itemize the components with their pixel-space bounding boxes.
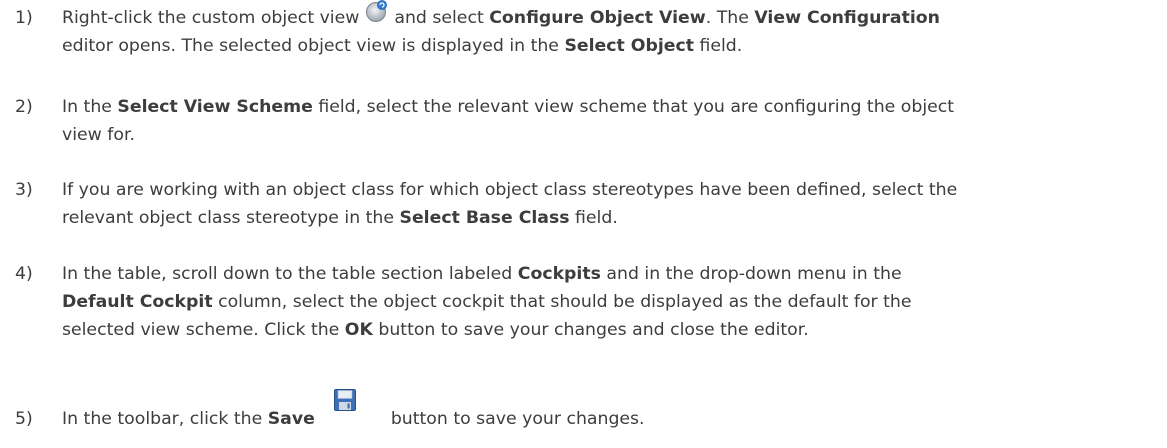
step-1-line-2: editor opens. The selected object view i… xyxy=(62,36,743,56)
step-number: 4) xyxy=(15,264,33,284)
step-5-line-1: In the toolbar, click the Save button to… xyxy=(62,388,645,429)
custom-object-view-icon xyxy=(365,0,389,28)
step-4-line-2: Default Cockpit column, select the objec… xyxy=(62,292,912,312)
step-4-line-3: selected view scheme. Click the OK butto… xyxy=(62,320,809,340)
step-number: 1) xyxy=(15,8,33,28)
step-number: 3) xyxy=(15,180,33,200)
step-number: 2) xyxy=(15,97,33,117)
step-1-line-1: Right-click the custom object view and s… xyxy=(62,0,940,28)
step-number: 5) xyxy=(15,409,33,429)
step-3-line-1: If you are working with an object class … xyxy=(62,180,958,200)
step-2-line-2: view for. xyxy=(62,125,135,145)
step-2-line-1: In the Select View Scheme field, select … xyxy=(62,97,955,117)
save-icon xyxy=(333,388,357,417)
step-3-line-2: relevant object class stereotype in the … xyxy=(62,208,618,228)
step-4-line-1: In the table, scroll down to the table s… xyxy=(62,264,902,284)
